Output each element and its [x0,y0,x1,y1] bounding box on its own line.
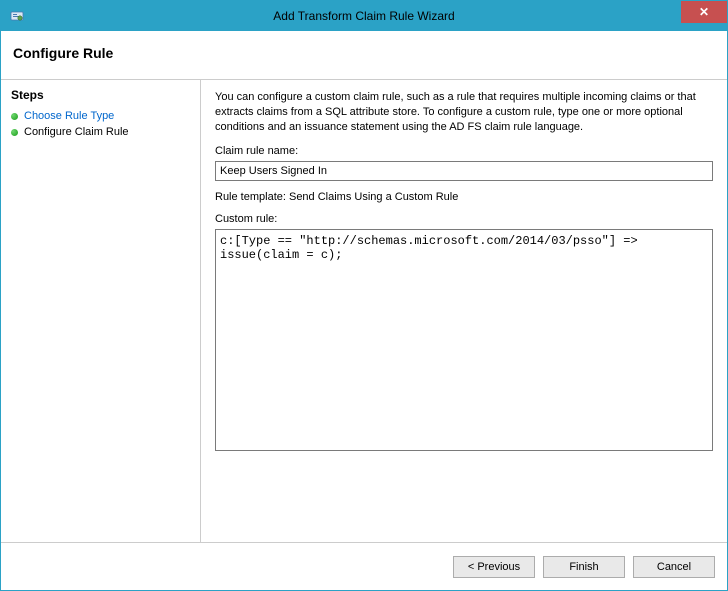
wizard-footer: < Previous Finish Cancel [1,542,727,590]
window-title: Add Transform Claim Rule Wizard [273,9,454,23]
sidebar-item-configure-claim-rule[interactable]: Configure Claim Rule [11,124,190,140]
claim-rule-name-label: Claim rule name: [215,145,713,157]
close-button[interactable]: ✕ [681,1,727,23]
custom-rule-wrap [215,229,713,482]
previous-button[interactable]: < Previous [453,556,535,578]
step-label: Configure Claim Rule [24,126,129,138]
claim-rule-name-input[interactable] [215,161,713,181]
step-label: Choose Rule Type [24,110,114,122]
cancel-button[interactable]: Cancel [633,556,715,578]
titlebar: Add Transform Claim Rule Wizard ✕ [1,1,727,31]
sidebar-item-choose-rule-type[interactable]: Choose Rule Type [11,108,190,124]
app-icon [9,8,25,24]
finish-button[interactable]: Finish [543,556,625,578]
rule-template-text: Rule template: Send Claims Using a Custo… [215,191,713,203]
wizard-header: Configure Rule [1,31,727,80]
page-title: Configure Rule [13,45,715,61]
step-bullet-icon [11,113,18,120]
custom-rule-label: Custom rule: [215,213,713,225]
main-panel: You can configure a custom claim rule, s… [201,80,727,542]
wizard-window: Add Transform Claim Rule Wizard ✕ Config… [0,0,728,591]
custom-rule-textarea[interactable] [215,229,713,451]
content-area: Steps Choose Rule Type Configure Claim R… [1,80,727,542]
step-bullet-icon [11,129,18,136]
steps-sidebar: Steps Choose Rule Type Configure Claim R… [1,80,201,542]
steps-heading: Steps [11,88,190,102]
description-text: You can configure a custom claim rule, s… [215,90,713,135]
close-icon: ✕ [699,5,709,19]
